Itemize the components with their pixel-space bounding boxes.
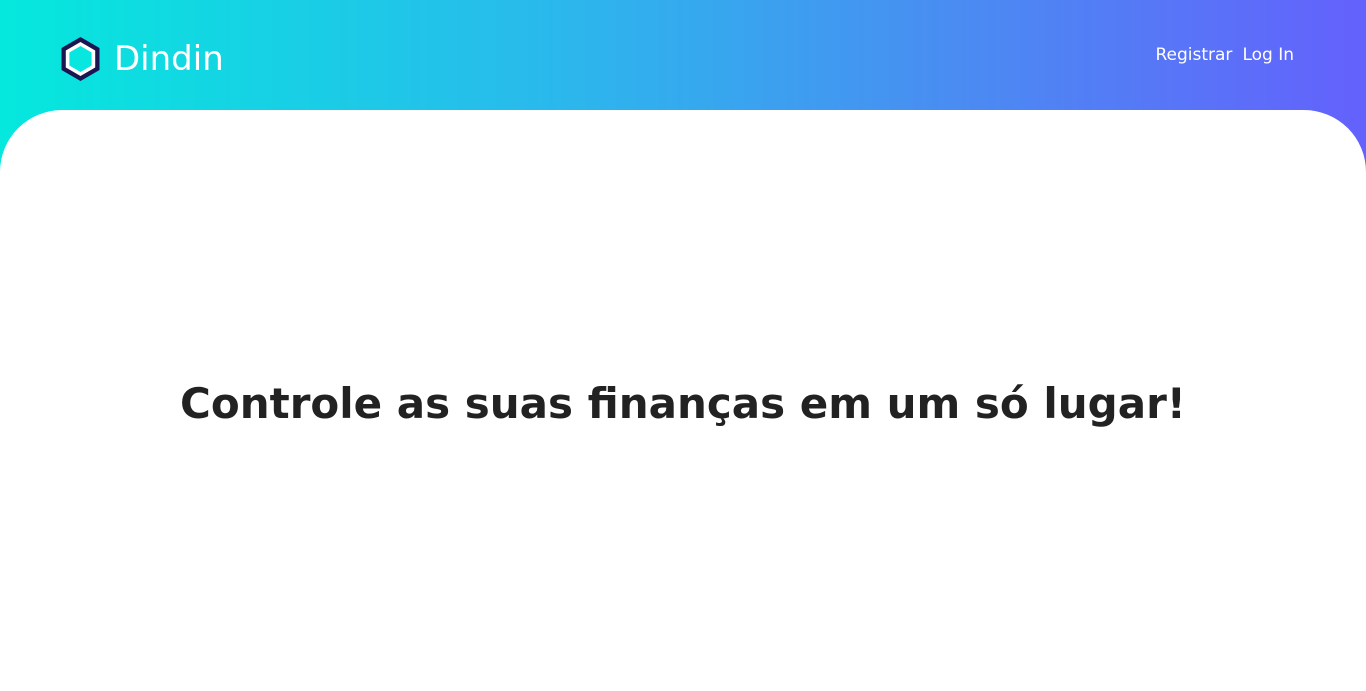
site-header: Dindin Registrar Log In (0, 0, 1366, 110)
header-nav: Registrar Log In (1155, 44, 1294, 66)
hero-headline: Controle as suas finanças em um só lugar… (180, 379, 1186, 428)
hexagon-logo-icon (61, 37, 100, 81)
main-content: Controle as suas finanças em um só lugar… (0, 110, 1366, 691)
landing-page: Dindin Registrar Log In Controle as suas… (0, 0, 1366, 691)
brand-link[interactable]: Dindin (60, 36, 224, 82)
brand-name: Dindin (114, 39, 224, 79)
login-link[interactable]: Log In (1242, 44, 1294, 66)
register-link[interactable]: Registrar (1155, 44, 1232, 66)
